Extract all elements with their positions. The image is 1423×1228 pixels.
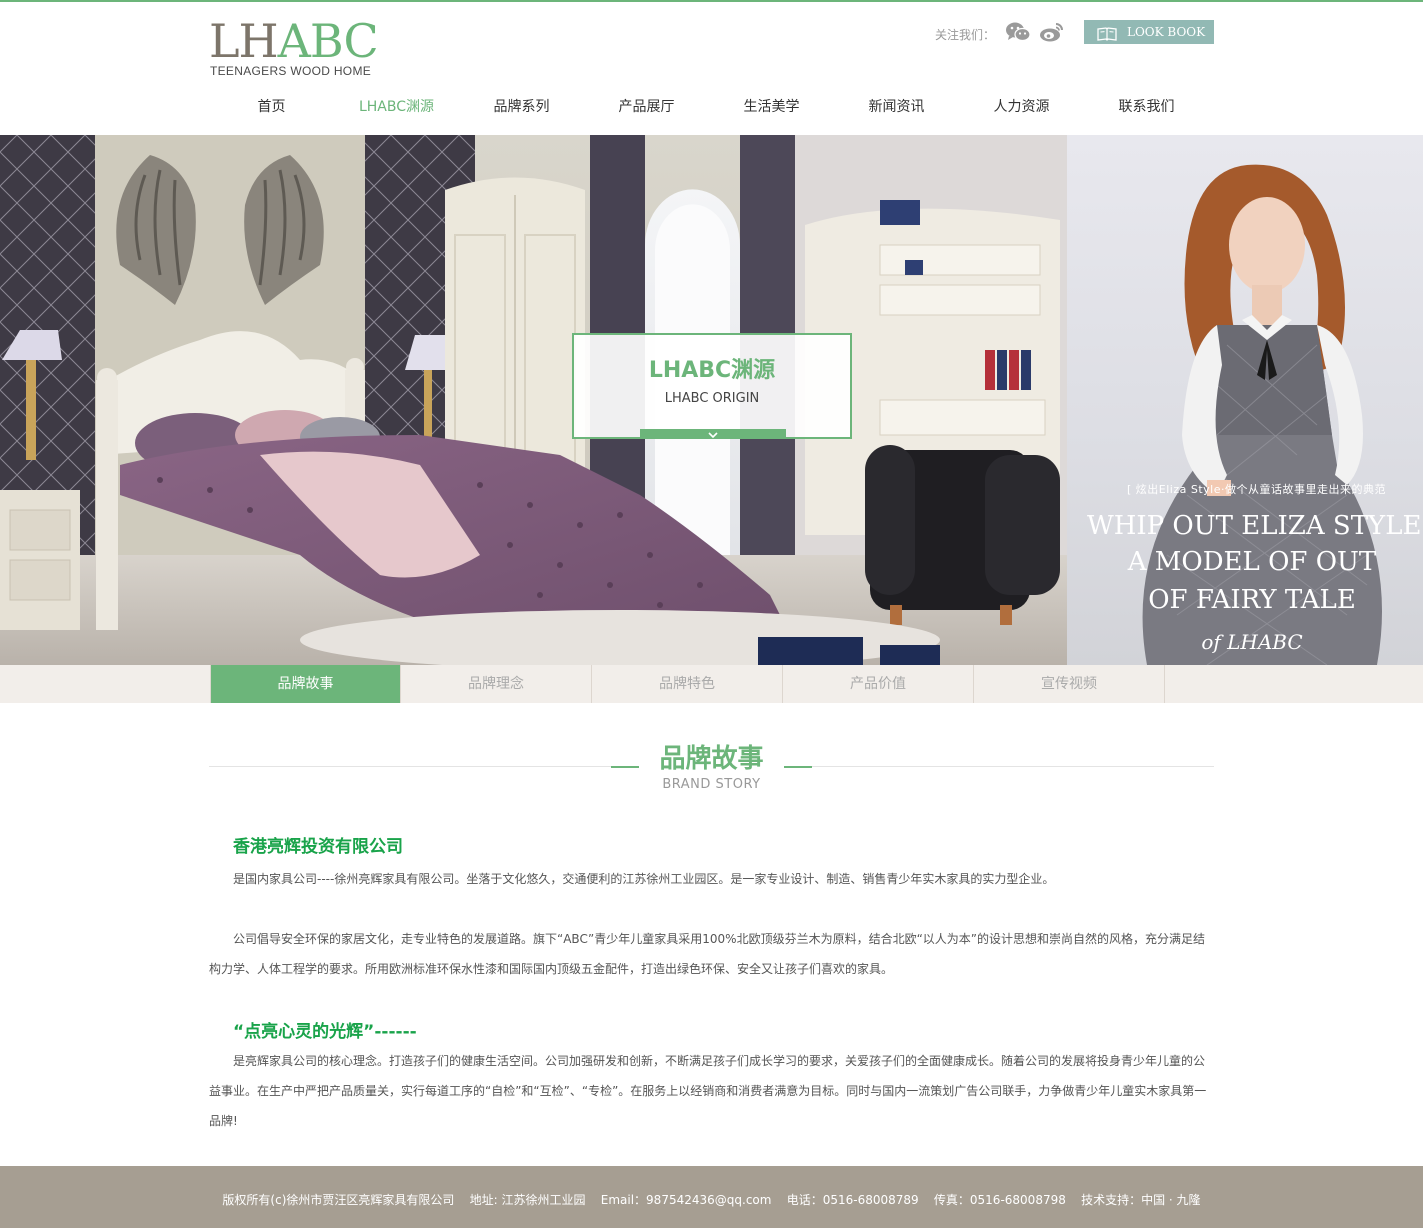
weibo-icon[interactable] [1039, 21, 1065, 43]
tab-promo-video[interactable]: 宣传视频 [974, 665, 1165, 703]
wechat-icon[interactable] [1005, 21, 1031, 43]
logo-wordmark: LHABC [209, 18, 379, 64]
scroll-down-bar[interactable] [640, 429, 786, 439]
fashion-caption-en-1: WHIP OUT ELIZA STYLE M [1087, 511, 1423, 541]
company-heading: 香港亮辉投资有限公司 [233, 837, 403, 857]
bedroom-photo [0, 135, 1067, 665]
follow-us-label: 关注我们： [935, 28, 996, 42]
logo-lh: LH [209, 14, 279, 68]
logo-tagline: TEENAGERS WOOD HOME [210, 64, 372, 78]
section-dash-right [784, 766, 812, 768]
banner-title: LHABC渊源 [648, 358, 776, 383]
top-accent-line [0, 0, 1423, 2]
story-paragraph-2: 公司倡导安全环保的家居文化，走专业特色的发展道路。旗下“ABC”青少年儿童家具采… [209, 932, 1206, 976]
tab-brand-story[interactable]: 品牌故事 [210, 665, 401, 703]
hero-banner: [ 炫出Eliza Style·做个从童话故事里走出来的典范 WHIP OUT … [0, 135, 1423, 665]
nav-item-origin[interactable]: LHABC渊源 [334, 86, 459, 128]
section-heading: 品牌故事 BRAND STORY [611, 742, 812, 796]
site-logo[interactable]: LHABC TEENAGERS WOOD HOME [209, 18, 389, 80]
site-footer: 版权所有(c)徐州市贾汪区亮辉家具有限公司 地址: 江苏徐州工业园 Email：… [0, 1166, 1423, 1228]
fashion-photo: [ 炫出Eliza Style·做个从童话故事里走出来的典范 WHIP OUT … [1067, 135, 1423, 665]
footer-info: 版权所有(c)徐州市贾汪区亮辉家具有限公司 地址: 江苏徐州工业园 Email：… [222, 1193, 1201, 1207]
slogan-heading: “点亮心灵的光辉”------ [233, 1022, 417, 1042]
section-title: 品牌故事 [659, 744, 764, 774]
main-nav: 首页 LHABC渊源 品牌系列 产品展厅 生活美学 新闻资讯 人力资源 联系我们 [209, 86, 1214, 130]
lookbook-button[interactable]: LOOK BOOK [1084, 20, 1214, 44]
logo-abc: ABC [277, 14, 379, 68]
nav-item-hr[interactable]: 人力资源 [959, 86, 1084, 128]
nav-item-news[interactable]: 新闻资讯 [834, 86, 959, 128]
banner-subtitle: LHABC ORIGIN [664, 391, 760, 406]
lookbook-label: LOOK BOOK [1127, 25, 1206, 39]
fashion-caption-en-4: of LHABC [1201, 630, 1303, 654]
fashion-caption-cn: [ 炫出Eliza Style·做个从童话故事里走出来的典范 [1127, 483, 1386, 496]
nav-item-contact[interactable]: 联系我们 [1084, 86, 1209, 128]
story-paragraph-1: 是国内家具公司----徐州亮辉家具有限公司。坐落于文化悠久，交通便利的江苏徐州工… [233, 872, 1055, 886]
brand-story-content: 香港亮辉投资有限公司 是国内家具公司----徐州亮辉家具有限公司。坐落于文化悠久… [209, 830, 1214, 1136]
nav-item-showroom[interactable]: 产品展厅 [584, 86, 709, 128]
fashion-caption-en-3: OF FAIRY TALE [1148, 585, 1356, 615]
tab-brand-philosophy[interactable]: 品牌理念 [401, 665, 592, 703]
section-subtitle: BRAND STORY [662, 777, 761, 792]
book-icon [1097, 25, 1117, 41]
story-paragraph-3: 是亮辉家具公司的核心理念。打造孩子们的健康生活空间。公司加强研发和创新，不断满足… [209, 1054, 1207, 1128]
chevron-down-icon [706, 429, 720, 439]
nav-item-brand-series[interactable]: 品牌系列 [459, 86, 584, 128]
section-dash-left [611, 766, 639, 768]
nav-item-home[interactable]: 首页 [209, 86, 334, 128]
tab-brand-features[interactable]: 品牌特色 [592, 665, 783, 703]
fashion-caption-en-2: A MODEL OF OUT [1127, 547, 1377, 577]
tab-product-value[interactable]: 产品价值 [783, 665, 974, 703]
nav-item-lifestyle[interactable]: 生活美学 [709, 86, 834, 128]
origin-title-box: LHABC渊源 LHABC ORIGIN [572, 333, 852, 439]
sub-tab-bar: 品牌故事 品牌理念 品牌特色 产品价值 宣传视频 [0, 665, 1423, 703]
